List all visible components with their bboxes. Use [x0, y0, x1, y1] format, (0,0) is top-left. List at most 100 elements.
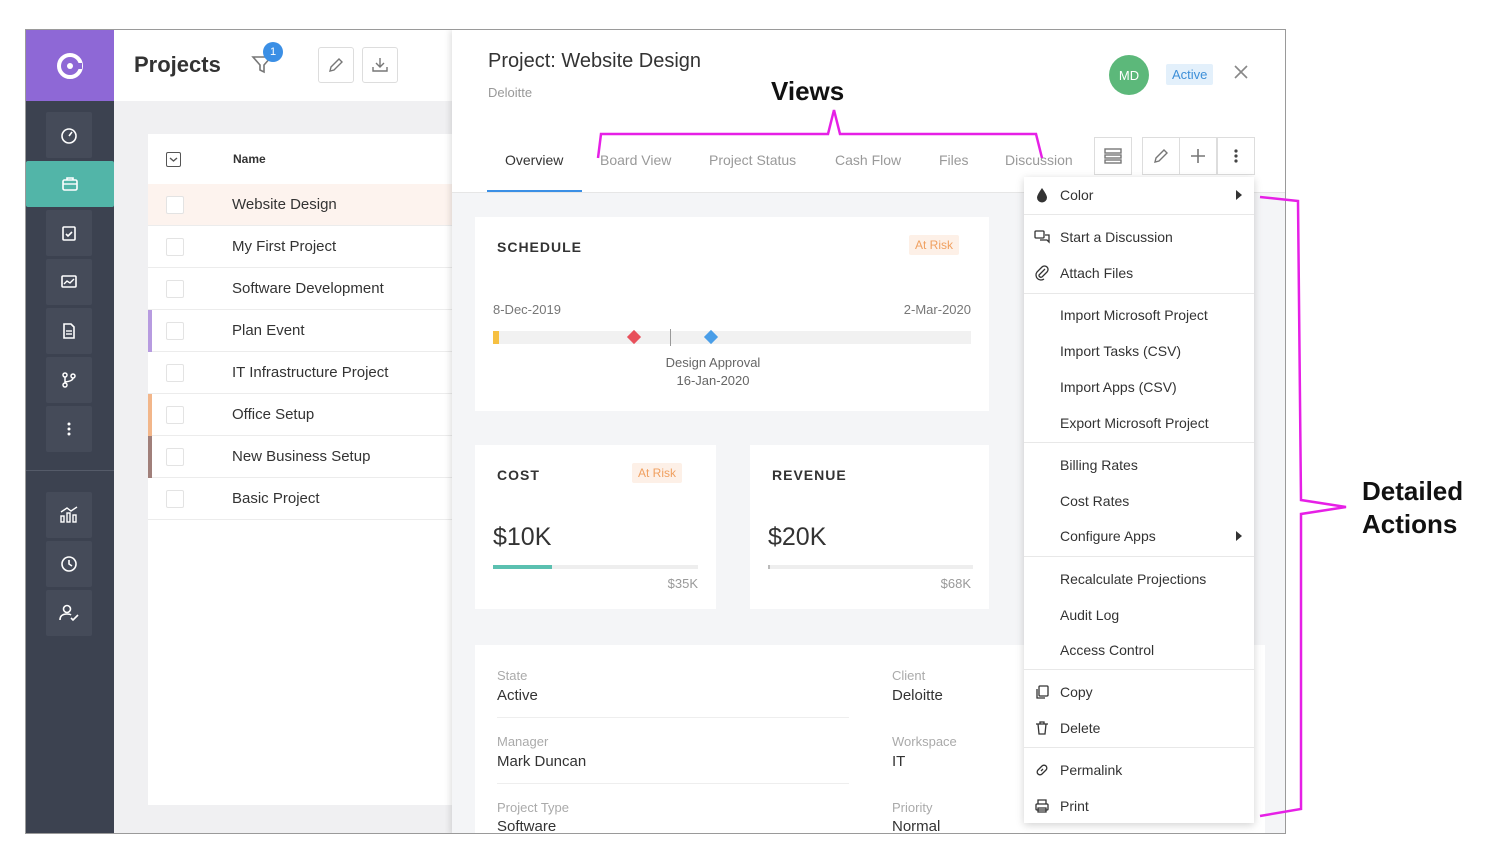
workspace-label: Workspace	[892, 734, 957, 749]
nav-dashboard[interactable]	[46, 112, 92, 158]
filter-count-badge: 1	[263, 42, 283, 62]
project-type-value: Software	[497, 818, 557, 834]
edit-project-button[interactable]	[1142, 137, 1180, 175]
table-row[interactable]: Office Setup	[148, 394, 452, 436]
priority-label: Priority	[892, 800, 933, 815]
table-row[interactable]: My First Project	[148, 226, 452, 268]
color-stripe	[148, 436, 152, 478]
avatar[interactable]: MD	[1109, 55, 1149, 95]
nav-tasks[interactable]	[46, 210, 92, 256]
milestone-marker[interactable]	[626, 329, 642, 345]
menu-separator	[1024, 747, 1254, 748]
tab-cash-flow[interactable]: Cash Flow	[835, 152, 901, 168]
menu-item-copy[interactable]: Copy	[1024, 674, 1254, 710]
row-checkbox[interactable]	[166, 364, 184, 382]
row-checkbox[interactable]	[166, 406, 184, 424]
active-tab-indicator	[487, 190, 582, 192]
plus-icon	[1191, 149, 1205, 163]
menu-item-cost-rates[interactable]: Cost Rates	[1024, 483, 1254, 519]
nav-time[interactable]	[46, 541, 92, 587]
user-check-icon	[59, 604, 79, 622]
revenue-progress-fill	[768, 565, 771, 569]
cost-max: $35K	[667, 576, 698, 591]
menu-item-label: Recalculate Projections	[1060, 571, 1207, 587]
table-row[interactable]: IT Infrastructure Project	[148, 352, 452, 394]
menu-item-label: Import Tasks (CSV)	[1060, 343, 1182, 359]
chevron-down-icon	[169, 157, 178, 162]
table-row[interactable]: Software Development	[148, 268, 452, 310]
menu-item-label: Export Microsoft Project	[1060, 415, 1209, 431]
more-vertical-icon	[67, 422, 71, 436]
tab-files[interactable]: Files	[939, 152, 969, 168]
annotation-views: Views	[771, 76, 845, 106]
nav-users[interactable]	[46, 590, 92, 636]
menu-item-import-ms-project[interactable]: Import Microsoft Project	[1024, 297, 1254, 333]
status-badge[interactable]: Active	[1166, 64, 1214, 85]
table-row[interactable]: Basic Project	[148, 478, 452, 520]
menu-separator	[1024, 442, 1254, 443]
menu-item-export-ms-project[interactable]: Export Microsoft Project	[1024, 405, 1254, 441]
nav-reports[interactable]	[46, 259, 92, 305]
row-checkbox[interactable]	[166, 448, 184, 466]
nav-analytics[interactable]	[46, 492, 92, 538]
card-title: REVENUE	[772, 467, 847, 483]
milestone-date: 16-Jan-2020	[676, 373, 750, 388]
row-checkbox[interactable]	[166, 238, 184, 256]
droplet-icon	[1034, 187, 1050, 203]
row-checkbox[interactable]	[166, 322, 184, 340]
menu-item-label: Color	[1060, 187, 1094, 203]
close-icon[interactable]	[1232, 63, 1250, 81]
add-button[interactable]	[1179, 137, 1217, 175]
tab-board-view[interactable]: Board View	[600, 152, 671, 168]
menu-item-permalink[interactable]: Permalink	[1024, 752, 1254, 788]
app-logo[interactable]	[26, 30, 114, 101]
export-list-button[interactable]	[362, 47, 398, 83]
tab-project-status[interactable]: Project Status	[709, 152, 796, 168]
layout-toggle-button[interactable]	[1094, 137, 1132, 175]
menu-item-import-tasks[interactable]: Import Tasks (CSV)	[1024, 333, 1254, 369]
logo-icon	[57, 52, 83, 79]
menu-item-label: Access Control	[1060, 642, 1155, 658]
table-row[interactable]: Plan Event	[148, 310, 452, 352]
project-name: New Business Setup	[232, 448, 371, 465]
tab-discussion[interactable]: Discussion	[1005, 152, 1073, 168]
menu-item-access-control[interactable]: Access Control	[1024, 632, 1254, 668]
menu-item-print[interactable]: Print	[1024, 788, 1254, 824]
row-checkbox[interactable]	[166, 490, 184, 508]
menu-item-billing-rates[interactable]: Billing Rates	[1024, 447, 1254, 483]
menu-item-audit-log[interactable]: Audit Log	[1024, 597, 1254, 633]
table-row[interactable]: New Business Setup	[148, 436, 452, 478]
menu-item-color[interactable]: Color	[1024, 177, 1254, 213]
column-header-name[interactable]: Name	[233, 152, 266, 166]
menu-item-attach-files[interactable]: Attach Files	[1024, 255, 1254, 291]
chat-bubbles-icon	[1034, 229, 1050, 245]
table-row[interactable]: Website Design	[148, 184, 452, 226]
row-checkbox[interactable]	[166, 196, 184, 214]
menu-item-start-discussion[interactable]: Start a Discussion	[1024, 219, 1254, 255]
table-header: Name	[148, 134, 452, 185]
actions-menu: Color Start a Discussion Attach Files Im…	[1024, 177, 1254, 823]
edit-list-button[interactable]	[318, 47, 354, 83]
nav-projects[interactable]	[26, 161, 114, 207]
pencil-icon	[1154, 149, 1168, 163]
list-header: Projects 1	[114, 30, 452, 101]
gauge-icon	[61, 128, 77, 144]
color-stripe	[148, 268, 152, 310]
menu-item-delete[interactable]: Delete	[1024, 710, 1254, 746]
menu-item-configure-apps[interactable]: Configure Apps	[1024, 518, 1254, 554]
submenu-arrow-icon	[1236, 531, 1242, 541]
menu-item-recalculate-projections[interactable]: Recalculate Projections	[1024, 561, 1254, 597]
nav-workflows[interactable]	[46, 357, 92, 403]
menu-item-import-apps[interactable]: Import Apps (CSV)	[1024, 369, 1254, 405]
milestone-marker[interactable]	[703, 329, 719, 345]
tab-overview[interactable]: Overview	[505, 152, 563, 168]
row-checkbox[interactable]	[166, 280, 184, 298]
timeline-progress	[493, 331, 499, 344]
menu-item-label: Billing Rates	[1060, 457, 1138, 473]
nav-documents[interactable]	[46, 308, 92, 354]
nav-more[interactable]	[46, 406, 92, 452]
project-name: Office Setup	[232, 406, 315, 423]
select-all-checkbox[interactable]	[166, 152, 181, 167]
more-actions-button[interactable]	[1217, 137, 1255, 175]
project-name: IT Infrastructure Project	[232, 364, 389, 381]
